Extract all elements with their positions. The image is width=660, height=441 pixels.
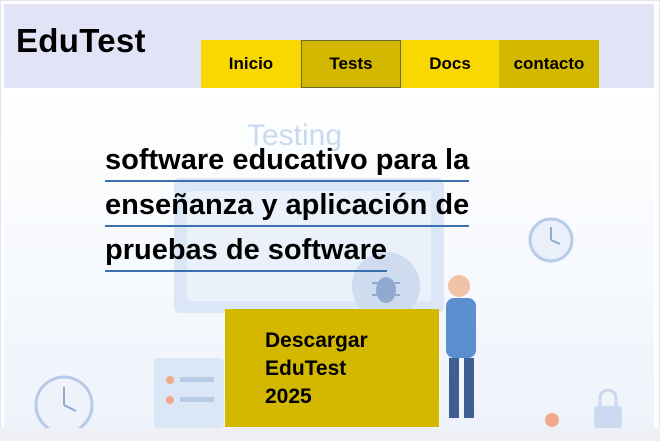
hero-section: Testing software educativo para la enseñ… [4,88,654,428]
nav-item-docs[interactable]: Docs [401,40,499,88]
headline-line-3[interactable]: pruebas de software [105,231,388,272]
lock-icon [594,406,622,428]
warning-dot-icon [545,413,559,427]
nav-item-contacto[interactable]: contacto [499,40,599,88]
site-logo[interactable]: EduTest [16,22,146,60]
bug-icon [376,277,396,303]
site-header: EduTest Inicio Tests Docs contacto [4,4,654,88]
download-label-3: 2025 [265,385,312,408]
checklist-card [154,358,224,428]
download-button[interactable]: Descargar EduTest 2025 [225,309,439,427]
download-label-2: EduTest [265,357,347,380]
person-body [446,298,476,358]
nav-item-tests[interactable]: Tests [301,40,401,88]
headline-line-1[interactable]: software educativo para la [105,141,470,182]
hero-headline: software educativo para la enseñanza y a… [105,141,605,276]
person-head [448,275,470,297]
download-label-1: Descargar [265,329,368,352]
headline-line-2[interactable]: enseñanza y aplicación de [105,186,470,227]
main-nav: Inicio Tests Docs contacto [201,40,599,88]
bottom-strip [0,428,660,441]
nav-item-inicio[interactable]: Inicio [201,40,301,88]
